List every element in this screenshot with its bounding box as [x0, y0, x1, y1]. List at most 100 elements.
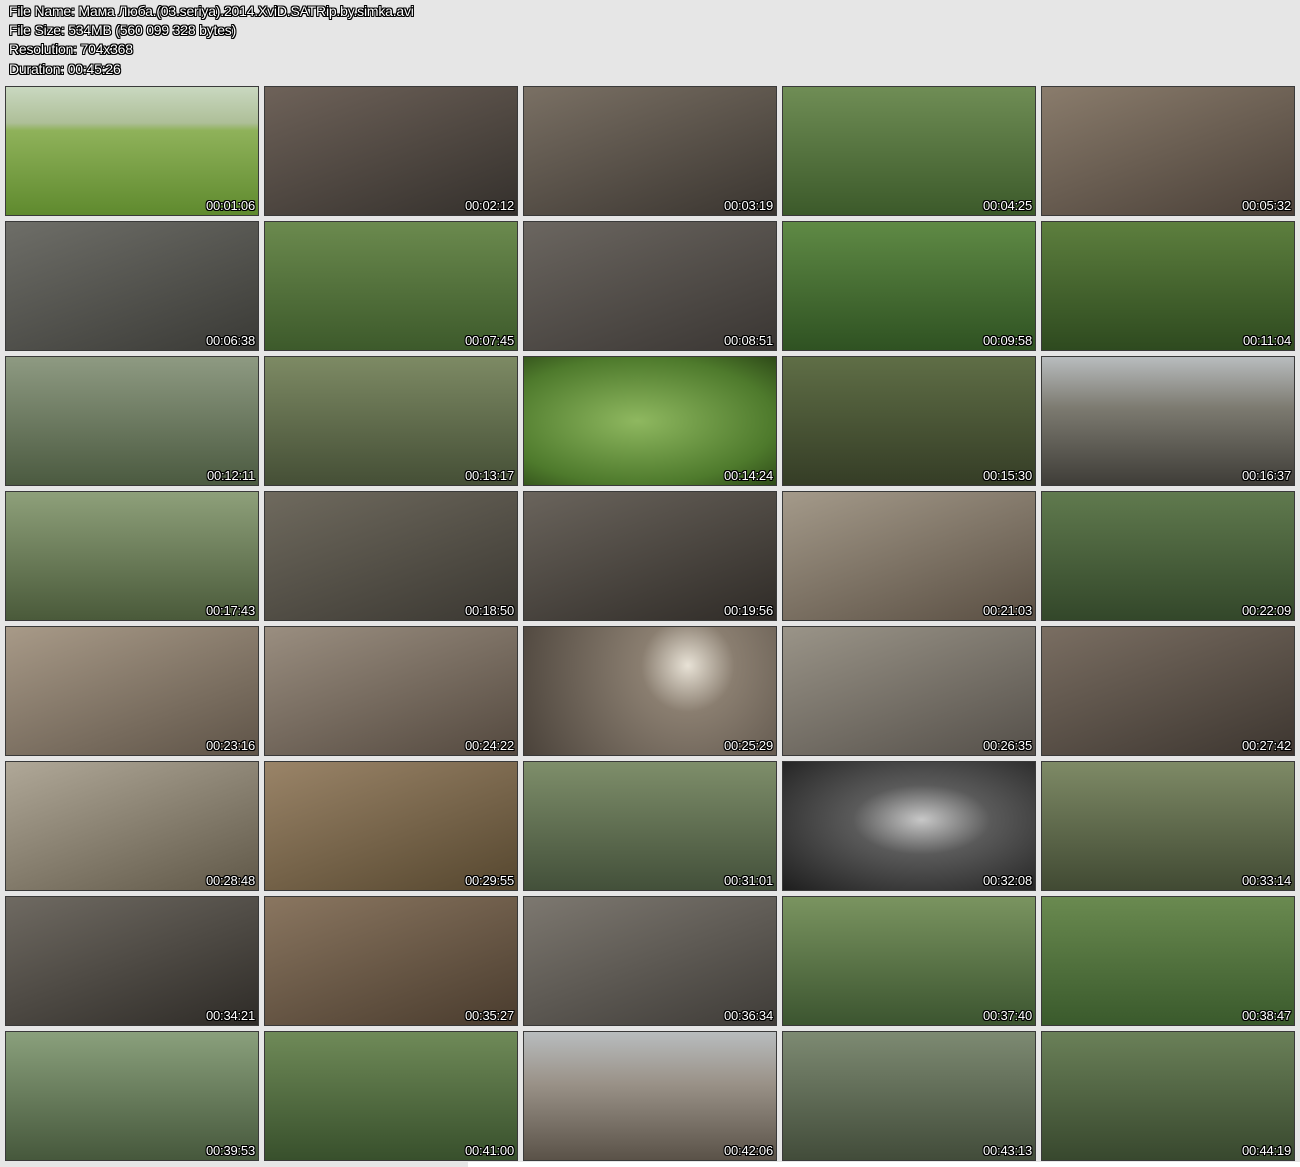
thumbnail-frame: 00:04:25: [782, 86, 1036, 216]
frame-image: [6, 897, 258, 1025]
timestamp-label: 00:01:06: [205, 198, 255, 213]
thumbnail-frame: 00:01:06: [5, 86, 259, 216]
frame-image: [1042, 627, 1294, 755]
thumbnail-frame: 00:26:35: [782, 626, 1036, 756]
timestamp-label: 00:28:48: [205, 873, 255, 888]
thumbnail-frame: 00:44:19: [1041, 1031, 1295, 1161]
timestamp-label: 00:05:32: [1241, 198, 1291, 213]
thumbnail-frame: 00:24:22: [264, 626, 518, 756]
thumbnail-frame: 00:18:50: [264, 491, 518, 621]
thumbnail-frame: 00:38:47: [1041, 896, 1295, 1026]
thumbnail-frame: 00:29:55: [264, 761, 518, 891]
thumbnail-frame: 00:25:29: [523, 626, 777, 756]
timestamp-label: 00:41:00: [464, 1143, 514, 1158]
frame-image: [524, 357, 776, 485]
frame-image: [1042, 762, 1294, 890]
frame-image: [6, 357, 258, 485]
timestamp-label: 00:29:55: [464, 873, 514, 888]
timestamp-label: 00:43:13: [982, 1143, 1032, 1158]
frame-image: [265, 762, 517, 890]
thumbnail-frame: 00:36:34: [523, 896, 777, 1026]
frame-image: [524, 222, 776, 350]
thumbnail-frame: 00:27:42: [1041, 626, 1295, 756]
thumbnail-frame: 00:13:17: [264, 356, 518, 486]
timestamp-label: 00:04:25: [982, 198, 1032, 213]
frame-image: [6, 87, 258, 215]
thumbnail-frame: 00:22:09: [1041, 491, 1295, 621]
thumbnail-frame: 00:23:16: [5, 626, 259, 756]
timestamp-label: 00:15:30: [982, 468, 1032, 483]
frame-image: [6, 222, 258, 350]
frame-image: [524, 627, 776, 755]
thumbnail-frame: 00:06:38: [5, 221, 259, 351]
thumbnail-frame: 00:31:01: [523, 761, 777, 891]
thumbnail-frame: 00:12:11: [5, 356, 259, 486]
timestamp-label: 00:02:12: [464, 198, 514, 213]
frame-image: [265, 897, 517, 1025]
thumbnail-frame: 00:15:30: [782, 356, 1036, 486]
thumbnail-grid: 00:01:06 00:02:12 00:03:19 00:04:25 00:05:32…: [0, 0, 1300, 1167]
timestamp-label: 00:37:40: [982, 1008, 1032, 1023]
thumbnail-frame: 00:02:12: [264, 86, 518, 216]
frame-image: [6, 492, 258, 620]
timestamp-label: 00:12:11: [206, 468, 255, 483]
thumbnail-frame: 00:28:48: [5, 761, 259, 891]
thumbnail-frame: 00:39:53: [5, 1031, 259, 1161]
frame-image: [783, 1032, 1035, 1160]
frame-image: [265, 87, 517, 215]
thumbnail-frame: 00:33:14: [1041, 761, 1295, 891]
timestamp-label: 00:32:08: [982, 873, 1032, 888]
frame-image: [783, 357, 1035, 485]
timestamp-label: 00:22:09: [1241, 603, 1291, 618]
frame-image: [783, 492, 1035, 620]
timestamp-label: 00:33:14: [1241, 873, 1291, 888]
thumbnail-frame: 00:08:51: [523, 221, 777, 351]
thumbnail-frame: 00:05:32: [1041, 86, 1295, 216]
timestamp-label: 00:42:06: [723, 1143, 773, 1158]
timestamp-label: 00:25:29: [723, 738, 773, 753]
thumbnail-frame: 00:07:45: [264, 221, 518, 351]
timestamp-label: 00:24:22: [464, 738, 514, 753]
thumbnail-frame: 00:34:21: [5, 896, 259, 1026]
thumbnail-frame: 00:09:58: [782, 221, 1036, 351]
frame-image: [524, 762, 776, 890]
thumbnail-frame: 00:16:37: [1041, 356, 1295, 486]
frame-image: [6, 627, 258, 755]
timestamp-label: 00:35:27: [464, 1008, 514, 1023]
thumbnail-frame: 00:14:24: [523, 356, 777, 486]
frame-image: [1042, 357, 1294, 485]
timestamp-label: 00:08:51: [723, 333, 773, 348]
frame-image: [265, 1032, 517, 1160]
frame-image: [1042, 897, 1294, 1025]
thumbnail-frame: 00:42:06: [523, 1031, 777, 1161]
frame-image: [6, 1032, 258, 1160]
thumbnail-frame: 00:37:40: [782, 896, 1036, 1026]
frame-image: [1042, 222, 1294, 350]
frame-image: [524, 897, 776, 1025]
thumbnail-frame: 00:43:13: [782, 1031, 1036, 1161]
frame-image: [524, 1032, 776, 1160]
frame-image: [524, 492, 776, 620]
timestamp-label: 00:44:19: [1241, 1143, 1291, 1158]
timestamp-label: 00:21:03: [982, 603, 1032, 618]
frame-image: [783, 627, 1035, 755]
timestamp-label: 00:07:45: [464, 333, 514, 348]
timestamp-label: 00:06:38: [205, 333, 255, 348]
contact-sheet: File Name: Мама Люба.(03.seriya).2014.Xv…: [0, 0, 1300, 1167]
thumbnail-frame: 00:03:19: [523, 86, 777, 216]
timestamp-label: 00:14:24: [723, 468, 773, 483]
thumbnail-frame: 00:35:27: [264, 896, 518, 1026]
timestamp-label: 00:34:21: [205, 1008, 255, 1023]
timestamp-label: 00:03:19: [723, 198, 773, 213]
thumbnail-frame: 00:19:56: [523, 491, 777, 621]
timestamp-label: 00:27:42: [1241, 738, 1291, 753]
thumbnail-frame: 00:17:43: [5, 491, 259, 621]
timestamp-label: 00:36:34: [723, 1008, 773, 1023]
timestamp-label: 00:23:16: [205, 738, 255, 753]
frame-image: [783, 87, 1035, 215]
timestamp-label: 00:31:01: [723, 873, 773, 888]
timestamp-label: 00:11:04: [1242, 333, 1291, 348]
thumbnail-frame: 00:21:03: [782, 491, 1036, 621]
frame-image: [783, 222, 1035, 350]
timestamp-label: 00:09:58: [982, 333, 1032, 348]
